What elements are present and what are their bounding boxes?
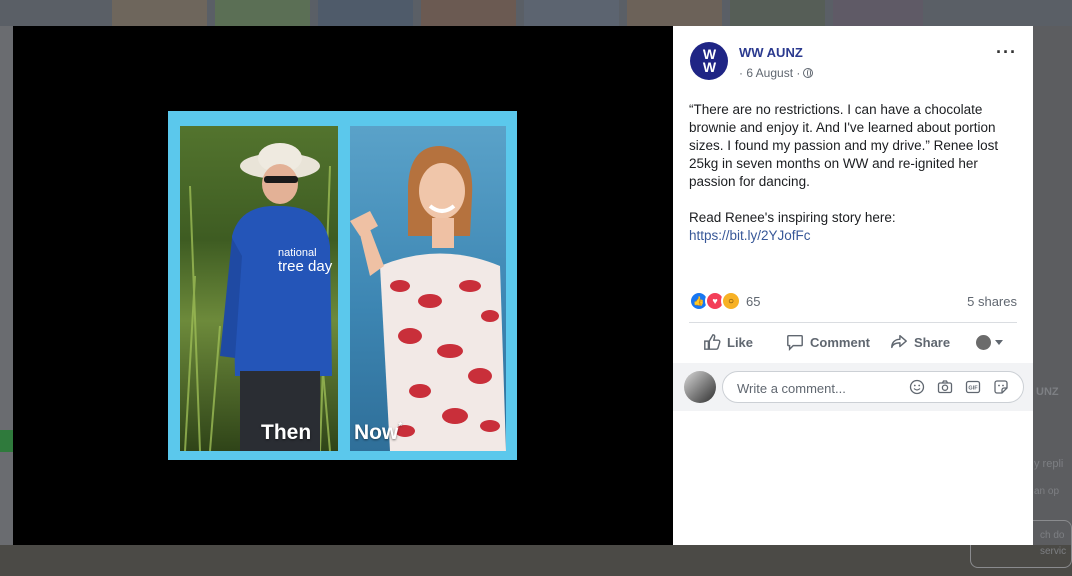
post-text: “There are no restrictions. I can have a… [689,101,1019,245]
background-photo-tile [318,0,413,26]
share-button[interactable]: Share [890,333,950,351]
then-figure: national tree day [184,143,333,451]
more-options-icon[interactable]: ··· [996,42,1017,63]
post-link[interactable]: https://bit.ly/2YJofFc [689,228,811,243]
post-date[interactable]: · 6 August · [739,66,800,80]
comment-label: Comment [810,334,870,350]
background-bottom-tiles [0,545,1072,576]
audience-selector[interactable] [976,334,1004,350]
background-text: UNZ [1036,386,1059,398]
post-paragraph-text: Read Renee's inspiring story here: [689,210,896,225]
svg-text:GIF: GIF [968,386,978,392]
post-meta: · 6 August · [739,66,814,80]
user-avatar [976,334,992,350]
comment-box[interactable]: GIF [722,371,1024,404]
globe-icon [803,68,814,78]
post-panel: W W WW AUNZ · 6 August · ··· “There are … [673,26,1033,545]
post-actions: Like Comment Share [689,325,1017,359]
background-text: an op [1034,486,1060,497]
now-figure [350,146,506,451]
then-label: Then [261,421,312,444]
comment-input[interactable] [735,372,909,404]
svg-text:tree day: tree day [278,258,333,275]
sticker-icon[interactable] [993,379,1009,395]
page-name-link[interactable]: WW AUNZ [739,45,803,60]
photo-panel-now: Now* [350,126,506,451]
background-photo-tile [112,0,207,26]
post-paragraph: “There are no restrictions. I can have a… [689,102,999,189]
like-button[interactable]: Like [703,333,753,351]
comment-area: GIF [673,363,1033,411]
background-left-edge [0,26,13,546]
photo-panel-then: national tree day Then [180,126,338,451]
page-avatar[interactable]: W W [690,42,728,80]
divider [689,322,1017,323]
background-left-badge [0,430,13,452]
reaction-count: 65 [746,293,761,309]
comment-button[interactable]: Comment [786,333,870,351]
reactions-summary[interactable]: 👍 ♥ ○ 65 [689,291,760,311]
background-photo-tile [833,0,923,26]
background-photo-tile [524,0,619,26]
gif-icon[interactable]: GIF [965,379,981,395]
emoji-icon[interactable] [909,379,925,395]
wow-reaction-icon: ○ [721,291,741,311]
photo-viewer[interactable]: national tree day Then Now* [13,26,673,545]
share-icon [891,334,907,349]
post-paragraph: Read Renee's inspiring story here: https… [689,209,1019,245]
background-photo-tile [627,0,722,26]
camera-icon[interactable] [937,379,953,395]
shares-count[interactable]: 5 shares [967,294,1017,309]
now-label: Now* [354,421,403,444]
like-icon [704,334,721,350]
chevron-down-icon [995,339,1004,345]
background-photo-tile [215,0,310,26]
background-photo-tile [730,0,825,26]
comment-icon [787,334,803,351]
like-label: Like [727,334,754,350]
background-text: y repli [1034,458,1064,470]
user-avatar [684,371,716,403]
avatar-initial: W [702,59,716,75]
share-label: Share [913,334,951,350]
background-photo-tile [421,0,516,26]
post-photo[interactable]: national tree day Then Now* [168,111,517,460]
